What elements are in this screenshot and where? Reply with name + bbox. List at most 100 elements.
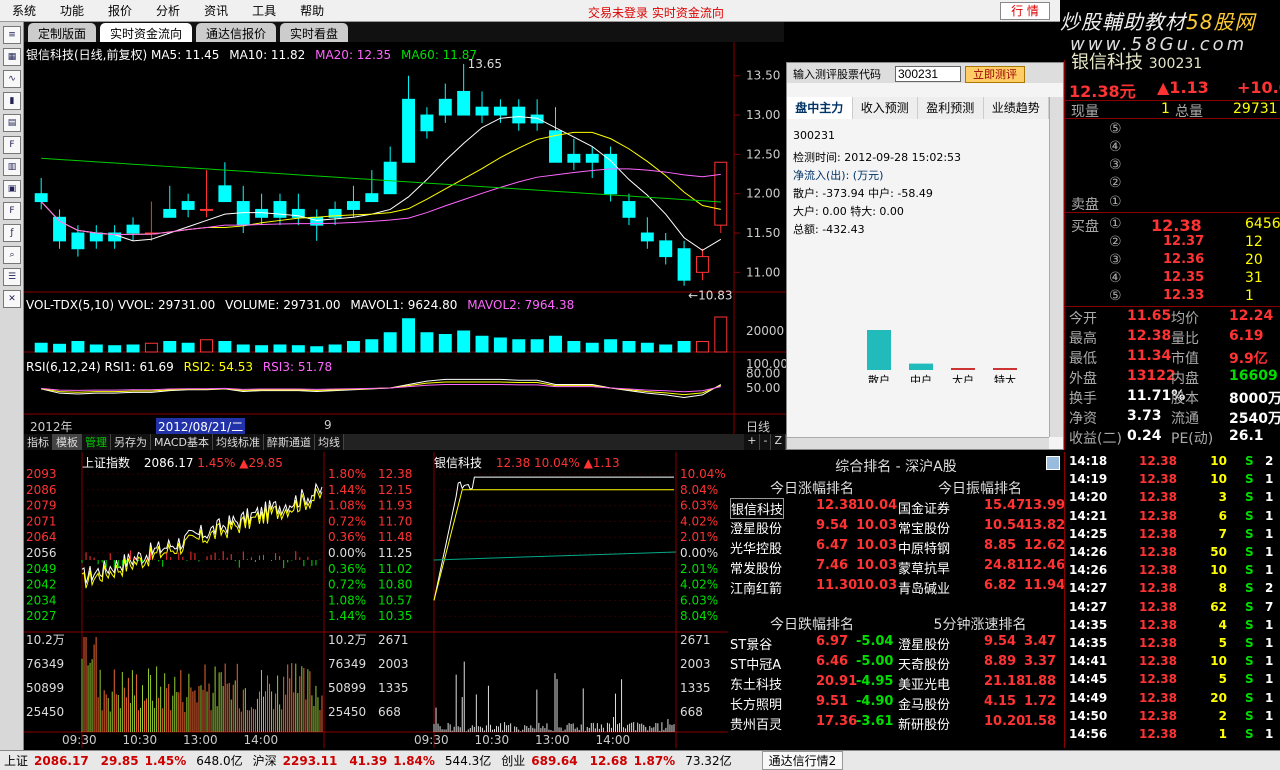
buy-price: 12.37 [1163, 234, 1205, 249]
finance-icon[interactable]: F [3, 136, 21, 154]
rank-stock-name[interactable]: 青岛碱业 [898, 578, 950, 597]
tick-cell: 20 [1210, 690, 1227, 705]
rank-stock-name[interactable]: 光华控股 [730, 538, 782, 557]
tab-income-forecast[interactable]: 收入预测 [852, 97, 918, 119]
news-icon[interactable]: ▤ [3, 114, 21, 132]
btn-saveas[interactable]: 另存为 [111, 434, 151, 450]
btn-channel[interactable]: 醉斯通道 [263, 434, 315, 450]
stock-code-input[interactable] [895, 66, 961, 82]
candle-body [493, 106, 507, 116]
rank-stock-name[interactable]: 美亚光电 [898, 674, 950, 693]
folder-icon[interactable]: ▣ [3, 180, 21, 198]
hs-amount: 544.3亿 [444, 754, 492, 768]
rank-stock-name[interactable]: ST景谷 [730, 634, 772, 653]
btn-macd[interactable]: MACD基本 [151, 434, 213, 450]
index-intraday-chart[interactable]: 2093 1.80% 2086 1.44% 2079 1.08% 2071 0.72% 2064… [24, 452, 376, 748]
quote-stat: 量比 [1171, 331, 1199, 347]
quote-stat: 内盘 [1171, 371, 1199, 387]
rank-stock-name[interactable]: 金马股份 [898, 694, 950, 713]
menu-help[interactable]: 帮助 [288, 2, 336, 19]
tab-realtime[interactable]: 实时看盘 [280, 23, 349, 42]
menu-tools[interactable]: 工具 [240, 2, 288, 19]
menu-analysis[interactable]: 分析 [144, 2, 192, 19]
quote-button[interactable]: 行 情 [1000, 2, 1050, 20]
tick-cell: S [1245, 472, 1254, 487]
rank-stock-name[interactable]: 天奇股份 [898, 654, 950, 673]
tab-custom[interactable]: 定制版面 [28, 23, 97, 42]
zoom-z-button[interactable]: Z [771, 434, 786, 450]
time-label: 14:00 [244, 733, 279, 747]
tools-icon[interactable]: ✕ [3, 290, 21, 308]
menu-quote[interactable]: 报价 [96, 2, 144, 19]
price-tick-label: 13.50 [746, 69, 780, 83]
settings-icon[interactable] [1046, 456, 1060, 470]
price-tick-label: 11.50 [746, 226, 780, 240]
btn-ma-std[interactable]: 均线标准 [212, 434, 264, 450]
axis-right-label: 0.36% [328, 530, 366, 544]
menu-system[interactable]: 系统 [0, 2, 48, 19]
rank-value: -3.61 [856, 714, 894, 729]
kline-icon[interactable]: ▮ [3, 92, 21, 110]
quote-stat: 11.65 [1127, 308, 1172, 324]
zoom-out-button[interactable]: - [760, 434, 772, 450]
line-chart-icon[interactable]: ∿ [3, 70, 21, 88]
formula-icon[interactable]: ƒ [3, 224, 21, 242]
flow-bar [993, 368, 1017, 370]
tab-capital-flow[interactable]: 实时资金流向 [100, 23, 193, 42]
zoom-in-button[interactable]: + [744, 434, 761, 450]
rank-stock-name[interactable]: 中原特钢 [898, 538, 950, 557]
rank-value: 8.89 [984, 654, 1017, 669]
brand-line1a: 炒股輔助教材 [1060, 10, 1186, 34]
rank-stock-name[interactable]: 常宝股份 [898, 518, 950, 537]
rank-stock-name[interactable]: 澄星股份 [730, 518, 782, 537]
table-icon[interactable]: ☰ [3, 268, 21, 286]
rank-value: 13.99 [1024, 498, 1066, 513]
flow-bar-label: 散户 [868, 373, 890, 383]
grid-icon[interactable]: ▦ [3, 48, 21, 66]
rank-stock-name[interactable]: 银信科技 [730, 498, 785, 519]
menu-news[interactable]: 资讯 [192, 2, 240, 19]
tab-tdx-quote[interactable]: 通达信报价 [196, 23, 277, 42]
rank-stock-name[interactable]: 长方照明 [730, 694, 782, 713]
rank-stock-name[interactable]: ST中冠A [730, 654, 781, 673]
list-icon[interactable]: ≡ [3, 26, 21, 44]
panel-scrollbar[interactable] [1049, 97, 1063, 437]
rsi-axis-label: 80.00 [746, 367, 780, 381]
rank-stock-name[interactable]: 江南红箭 [730, 578, 782, 597]
btn-indicator[interactable]: 指标 [24, 434, 53, 450]
login-notice[interactable]: 交易未登录 实时资金流向 [588, 4, 724, 21]
menu-function[interactable]: 功能 [48, 2, 96, 19]
rank-value: 12.46 [1024, 558, 1066, 573]
rank-stock-name[interactable]: 澄星股份 [898, 634, 950, 653]
evaluate-button[interactable]: 立即测评 [965, 66, 1025, 83]
tick-list[interactable]: 14:18 12.38 10 S 2 14:19 12.38 10 S 1 14:20 12.38 3 S… [1064, 452, 1280, 748]
tab-intraday-main[interactable]: 盘中主力 [787, 97, 853, 119]
btn-ma[interactable]: 均线 [314, 434, 344, 450]
rank-stock-name[interactable]: 贵州百灵 [730, 714, 782, 733]
rank-stock-name[interactable]: 蒙草抗旱 [898, 558, 950, 577]
stock-intraday-chart[interactable]: 12.38 10.04% 12.15 8.04% 11.93 6.03% 11.70 4.02… [376, 452, 728, 748]
buy-price: 12.38 [1151, 216, 1202, 235]
rank-stock-name[interactable]: 常发股份 [730, 558, 782, 577]
buy-volume: 20 [1245, 252, 1263, 268]
panel-hscrollbar[interactable] [787, 437, 1049, 449]
period-label[interactable]: 日线 [746, 418, 770, 435]
search-icon[interactable]: ⌕ [3, 246, 21, 264]
tab-performance-trend[interactable]: 业绩趋势 [983, 97, 1049, 119]
fiz-icon[interactable]: F [3, 202, 21, 220]
rank-stock-name[interactable]: 东土科技 [730, 674, 782, 693]
rank-stock-name[interactable]: 国金证券 [898, 498, 950, 517]
axis-left-label: 11.25 [378, 546, 412, 560]
buy-volume: 1 [1245, 288, 1254, 304]
btn-template[interactable]: 模板 [53, 434, 82, 450]
tab-profit-forecast[interactable]: 盈利预测 [918, 97, 984, 119]
candle-body [457, 90, 471, 116]
rank-stock-name[interactable]: 新研股份 [898, 714, 950, 733]
tick-cell: 14:21 [1069, 508, 1108, 523]
btn-manage[interactable]: 管理 [82, 434, 111, 450]
report-icon[interactable]: ▥ [3, 158, 21, 176]
server-label[interactable]: 通达信行情2 [761, 751, 844, 770]
quote-stat: PE(动) [1171, 431, 1214, 447]
brand-line1b: 58股网 [1186, 10, 1256, 34]
kline-chart[interactable]: 13.50 13.00 12.50 12.00 11.50 11.00 13.65 ←10.8… [24, 42, 786, 437]
